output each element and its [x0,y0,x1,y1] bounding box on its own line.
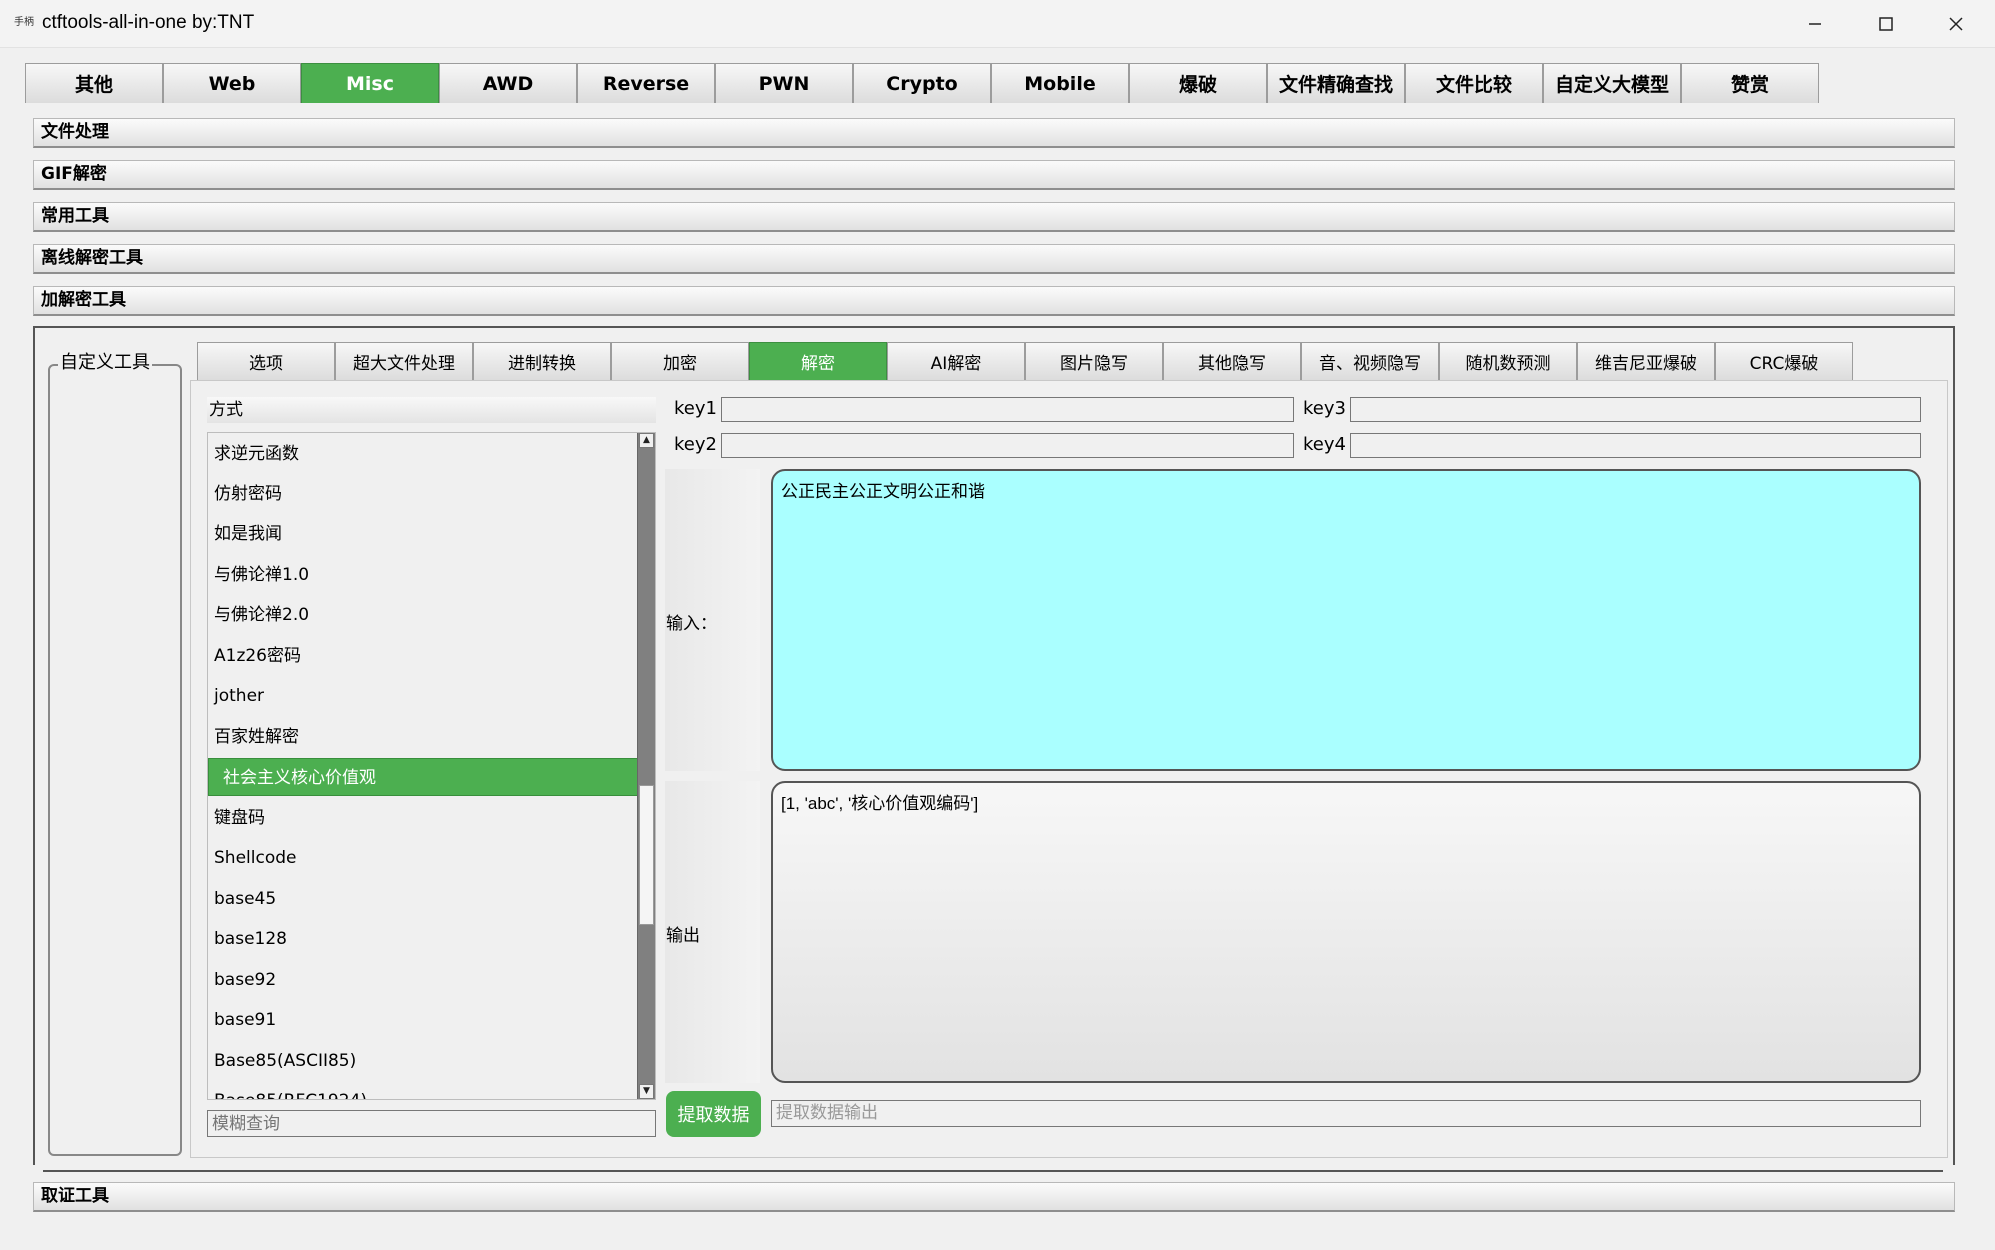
method-item[interactable]: base92 [208,961,638,999]
minimize-button[interactable] [1789,8,1841,40]
subtab-large-file[interactable]: 超大文件处理 [335,342,473,380]
maximize-button[interactable] [1860,8,1912,40]
method-item[interactable]: Base85(RFC1924) [208,1082,638,1099]
method-item[interactable]: Base85(ASCII85) [208,1042,638,1080]
method-item-selected[interactable]: 社会主义核心价值观 [208,758,638,796]
subtab-encrypt[interactable]: 加密 [611,342,749,380]
key2-label: key2 [674,434,717,455]
tab-file-search[interactable]: 文件精确查找 [1267,63,1405,103]
section-file-processing[interactable]: 文件处理 [33,118,1955,148]
method-item[interactable]: base45 [208,880,638,918]
app-icon: 手柄 [14,17,34,28]
fuzzy-search-input[interactable] [207,1110,656,1137]
scroll-down-icon[interactable]: ▼ [639,1084,654,1099]
section-gif-decrypt[interactable]: GIF解密 [33,160,1955,190]
method-header: 方式 [207,397,656,423]
output-textarea[interactable]: [1, 'abc', '核心价值观编码'] [771,781,1921,1083]
key2-input[interactable] [721,433,1294,458]
method-item[interactable]: base91 [208,1001,638,1039]
method-item[interactable]: 如是我闻 [208,515,638,553]
panel-divider [43,1170,1943,1172]
method-item[interactable]: 百家姓解密 [208,718,638,756]
key1-input[interactable] [721,397,1294,422]
tab-web[interactable]: Web [163,63,301,103]
window-title: ctftools-all-in-one by:TNT [42,12,255,33]
tab-pwn[interactable]: PWN [715,63,853,103]
tab-bruteforce[interactable]: 爆破 [1129,63,1267,103]
section-forensics-tools[interactable]: 取证工具 [33,1182,1955,1212]
method-item[interactable]: jother [208,677,638,715]
subtab-vigenere-brute[interactable]: 维吉尼亚爆破 [1577,342,1715,380]
subtab-decrypt[interactable]: 解密 [749,342,887,380]
maximize-icon [1879,17,1893,31]
close-button[interactable] [1930,8,1982,40]
method-item[interactable]: 与佛论禅1.0 [208,556,638,594]
custom-tools-group: 自定义工具 [48,348,182,1156]
tab-donate[interactable]: 赞赏 [1681,63,1819,103]
scroll-up-icon[interactable]: ▲ [639,433,654,448]
subtab-other-stego[interactable]: 其他隐写 [1163,342,1301,380]
method-list[interactable]: 求逆元函数 仿射密码 如是我闻 与佛论禅1.0 与佛论禅2.0 A1z26密码 … [207,432,656,1100]
close-icon [1949,17,1963,31]
title-bar: 手柄 ctftools-all-in-one by:TNT [0,0,1995,48]
method-item[interactable]: 与佛论禅2.0 [208,596,638,634]
section-offline-decrypt[interactable]: 离线解密工具 [33,244,1955,274]
key3-label: key3 [1303,398,1346,419]
subtab-base-convert[interactable]: 进制转换 [473,342,611,380]
method-list-scrollbar[interactable]: ▲ ▼ [637,433,655,1099]
subtab-av-stego[interactable]: 音、视频隐写 [1301,342,1439,380]
tab-crypto[interactable]: Crypto [853,63,991,103]
subtab-ai-decrypt[interactable]: AI解密 [887,342,1025,380]
subtab-random-predict[interactable]: 随机数预测 [1439,342,1577,380]
tab-reverse[interactable]: Reverse [577,63,715,103]
top-tab-bar: 其他 Web Misc AWD Reverse PWN Crypto Mobil… [25,63,1819,103]
sub-tab-bar: 选项 超大文件处理 进制转换 加密 解密 AI解密 图片隐写 其他隐写 音、视频… [197,342,1853,380]
key4-label: key4 [1303,434,1346,455]
input-textarea[interactable]: 公正民主公正文明公正和谐 [771,469,1921,771]
section-common-tools[interactable]: 常用工具 [33,202,1955,232]
input-label: 输入： [666,614,717,634]
method-item[interactable]: 求逆元函数 [208,435,638,473]
extract-data-button[interactable]: 提取数据 [666,1091,761,1137]
key1-label: key1 [674,398,717,419]
subtab-image-stego[interactable]: 图片隐写 [1025,342,1163,380]
method-item[interactable]: base128 [208,920,638,958]
tab-mobile[interactable]: Mobile [991,63,1129,103]
method-item[interactable]: 键盘码 [208,799,638,837]
minimize-icon [1809,23,1821,25]
tab-other[interactable]: 其他 [25,63,163,103]
tab-awd[interactable]: AWD [439,63,577,103]
custom-tools-box [48,364,182,1156]
subtab-options[interactable]: 选项 [197,342,335,380]
custom-tools-label: 自定义工具 [58,348,152,374]
tab-misc[interactable]: Misc [301,63,439,103]
method-item[interactable]: 仿射密码 [208,475,638,513]
method-item[interactable]: A1z26密码 [208,637,638,675]
tab-custom-llm[interactable]: 自定义大模型 [1543,63,1681,103]
scroll-thumb[interactable] [639,785,654,925]
method-item[interactable]: Shellcode [208,839,638,877]
output-label: 输出 [666,926,700,946]
key4-input[interactable] [1350,433,1921,458]
key3-input[interactable] [1350,397,1921,422]
section-crypto-tools[interactable]: 加解密工具 [33,286,1955,316]
subtab-crc-brute[interactable]: CRC爆破 [1715,342,1853,380]
tab-file-compare[interactable]: 文件比较 [1405,63,1543,103]
extract-data-output[interactable]: 提取数据输出 [771,1100,1921,1127]
